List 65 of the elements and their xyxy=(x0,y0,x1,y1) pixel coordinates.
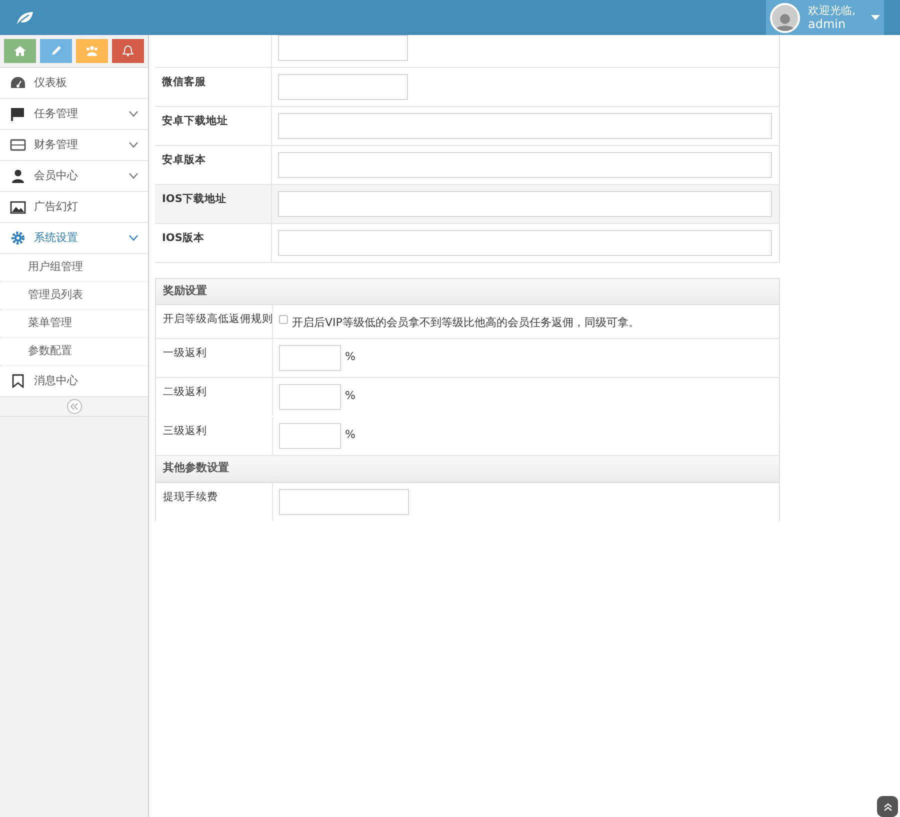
picture-icon xyxy=(10,200,26,214)
scroll-to-top-button[interactable] xyxy=(877,796,898,817)
unit-text: % xyxy=(345,349,356,366)
shortcut-button[interactable] xyxy=(4,39,36,63)
double-chevron-left-icon xyxy=(70,403,78,410)
field-label: 安卓版本 xyxy=(162,154,206,166)
welcome-text: 欢迎光临, xyxy=(808,5,856,16)
input-field[interactable] xyxy=(278,113,772,139)
flag-icon xyxy=(10,107,26,121)
bell-icon xyxy=(122,45,134,57)
checkbox[interactable] xyxy=(279,315,288,324)
pencil-icon xyxy=(50,45,62,57)
submenu-item[interactable]: 参数配置 xyxy=(0,338,148,366)
section-header: 其他参数设置 xyxy=(155,456,780,482)
avatar-icon xyxy=(770,2,800,32)
checkbox-label: 开启后VIP等级低的会员拿不到等级比他高的会员任务返佣，同级可拿。 xyxy=(292,315,640,331)
home-icon xyxy=(14,45,26,57)
sidebar-item[interactable]: 财务管理 xyxy=(0,130,148,161)
sidebar-item[interactable]: 广告幻灯 xyxy=(0,192,148,223)
shortcut-button[interactable] xyxy=(112,39,144,63)
input-field[interactable] xyxy=(278,35,408,61)
unit-text: % xyxy=(345,388,356,404)
field-label: IOS下载地址 xyxy=(162,193,226,205)
field-label: 三级返利 xyxy=(163,424,207,436)
submenu-item[interactable]: 菜单管理 xyxy=(0,310,148,338)
unit-text: % xyxy=(345,427,356,444)
drive-icon xyxy=(10,139,26,151)
caret-icon xyxy=(871,15,880,20)
dashboard-icon xyxy=(10,76,26,90)
sidebar-item[interactable]: 消息中心 xyxy=(0,366,148,397)
chevron-icon xyxy=(129,235,138,241)
field-label: 二级返利 xyxy=(163,386,207,398)
input-field[interactable] xyxy=(279,488,409,514)
input-field[interactable] xyxy=(279,384,341,410)
users-icon xyxy=(86,45,98,57)
bookmark-icon xyxy=(10,374,26,388)
sidebar-item[interactable]: 会员中心 xyxy=(0,161,148,192)
field-label: 微信客服 xyxy=(162,76,206,88)
input-field[interactable] xyxy=(278,230,772,256)
input-field[interactable] xyxy=(279,344,341,370)
double-chevron-up-icon xyxy=(884,802,892,810)
field-label: 提现手续费 xyxy=(163,490,218,502)
shortcut-button[interactable] xyxy=(76,39,108,63)
chevron-icon xyxy=(129,142,138,148)
field-label: 安卓下载地址 xyxy=(162,115,228,127)
field-label: 开启等级高低返佣规则 xyxy=(163,313,273,325)
input-field[interactable] xyxy=(279,422,341,448)
submenu-item[interactable]: 管理员列表 xyxy=(0,282,148,310)
collapse-sidebar-button[interactable] xyxy=(66,399,82,414)
field-label: 一级返利 xyxy=(163,346,207,358)
chevron-icon xyxy=(129,111,138,117)
chevron-icon xyxy=(129,173,138,179)
sidebar-item[interactable]: 系统设置 xyxy=(0,223,148,254)
user-icon xyxy=(10,169,26,183)
gear-icon xyxy=(10,231,26,245)
input-field[interactable] xyxy=(278,191,772,217)
shortcut-button[interactable] xyxy=(40,39,72,63)
username: admin xyxy=(808,18,847,30)
field-label: IOS版本 xyxy=(162,232,204,244)
sidebar-item[interactable]: 任务管理 xyxy=(0,99,148,130)
input-field[interactable] xyxy=(278,152,772,178)
sidebar-item[interactable]: 仪表板 xyxy=(0,68,148,99)
section-header: 奖励设置 xyxy=(155,278,780,305)
input-field[interactable] xyxy=(278,74,408,100)
submenu-item[interactable]: 用户组管理 xyxy=(0,254,148,282)
